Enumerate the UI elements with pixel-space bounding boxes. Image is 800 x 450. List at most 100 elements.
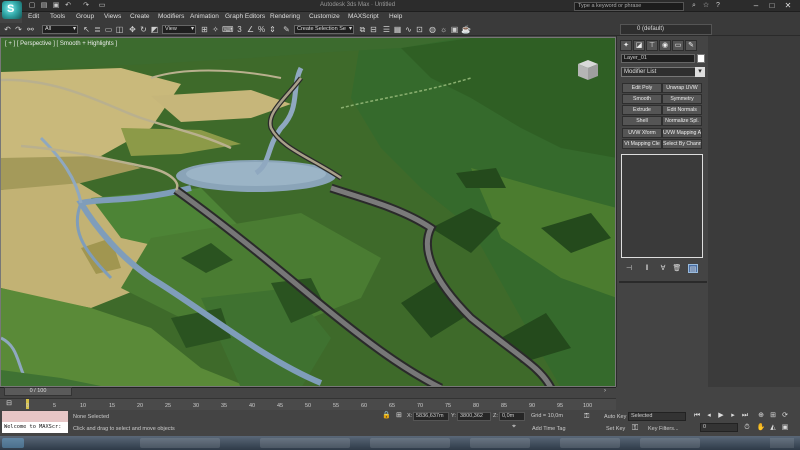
time-tag-icon[interactable]: ⌖ [512, 423, 522, 432]
star-icon[interactable]: ☆ [702, 2, 710, 10]
remove-modifier-icon[interactable]: 🗑 [672, 264, 682, 273]
maxscript-listener-input[interactable] [2, 411, 68, 422]
region-select-icon[interactable]: ▭ [104, 25, 113, 34]
previous-frame-icon[interactable]: ◂ [704, 411, 714, 420]
menu-create[interactable]: Create [130, 13, 150, 20]
layer-manager-icon[interactable]: ☰ [382, 25, 391, 34]
configure-modifier-sets-icon[interactable]: ▤ [688, 264, 698, 273]
set-key-icon[interactable]: ⚿ [632, 423, 642, 433]
material-editor-icon[interactable]: ◍ [428, 25, 437, 34]
mirror-icon[interactable]: ⧉ [358, 25, 367, 34]
schematic-view-icon[interactable]: ⊡ [415, 25, 424, 34]
snap-toggle-icon[interactable]: 3 [235, 25, 244, 34]
modifier-button-select-by-channel[interactable]: Select By Channe [662, 139, 702, 149]
align-icon[interactable]: ⊟ [369, 25, 378, 34]
start-button[interactable] [2, 438, 24, 448]
object-name-field[interactable]: Layer_01 [621, 54, 695, 63]
pivot-center-icon[interactable]: ⊞ [200, 25, 209, 34]
select-rotate-icon[interactable]: ↻ [139, 25, 148, 34]
new-file-icon[interactable]: ▢ [28, 2, 36, 10]
menu-customize[interactable]: Customize [309, 13, 340, 20]
modifier-button-unwrap-uvw[interactable]: Unwrap UVW [662, 83, 702, 93]
modifier-button-normalize-spline[interactable]: Normalize Spl. [662, 116, 702, 126]
close-button[interactable]: ✕ [782, 1, 794, 11]
search-input[interactable]: Type a keyword or phrase [574, 2, 684, 11]
redo-icon[interactable]: ↷ [14, 25, 23, 34]
create-tab-icon[interactable]: ✦ [620, 40, 632, 51]
percent-snap-icon[interactable]: % [257, 25, 266, 34]
render-setup-icon[interactable]: ☼ [439, 25, 448, 34]
hierarchy-tab-icon[interactable]: ⊤ [646, 40, 658, 51]
auto-key-button[interactable]: Auto Key [604, 414, 626, 420]
keyboard-shortcut-icon[interactable]: ⌨ [222, 25, 234, 34]
modifier-button-edit-normals[interactable]: Edit Normals [662, 105, 702, 115]
search-icon[interactable]: ⌕ [690, 2, 698, 10]
open-file-icon[interactable]: ▤ [40, 2, 48, 10]
key-mode-dropdown[interactable]: Selected [628, 412, 686, 421]
taskbar-app[interactable] [140, 438, 220, 448]
time-slider-next-icon[interactable]: › [604, 388, 606, 394]
undo-icon[interactable]: ↶ [64, 2, 72, 10]
menu-tools[interactable]: Tools [50, 13, 65, 20]
y-coordinate-field[interactable]: 3800,362 [457, 412, 491, 421]
make-unique-icon[interactable]: ∀ [658, 264, 668, 273]
selection-filter-dropdown[interactable]: All [42, 25, 78, 34]
modifier-button-shell[interactable]: Shell [622, 116, 662, 126]
taskbar-app[interactable] [640, 438, 700, 448]
mini-curve-editor-icon[interactable]: ⊟ [3, 399, 15, 409]
window-crossing-icon[interactable]: ◫ [115, 25, 124, 34]
maximize-viewport-icon[interactable]: ▣ [780, 423, 790, 432]
absolute-mode-icon[interactable]: ⊞ [396, 411, 406, 420]
taskbar-app[interactable] [560, 438, 620, 448]
taskbar-app[interactable] [260, 438, 350, 448]
menu-graph-editors[interactable]: Graph Editors [225, 13, 265, 20]
modifier-button-symmetry[interactable]: Symmetry [662, 94, 702, 104]
object-color-swatch[interactable] [697, 54, 705, 63]
key-icon[interactable]: ⚿ [584, 413, 592, 422]
orbit-icon[interactable]: ⟳ [780, 411, 790, 420]
current-frame-field[interactable]: 0 [700, 423, 738, 432]
link-icon[interactable]: ⚯ [26, 25, 35, 34]
set-key-button[interactable]: Set Key [606, 426, 625, 432]
menu-maxscript[interactable]: MAXScript [348, 13, 379, 20]
show-end-result-icon[interactable]: ‖ [642, 264, 652, 273]
modify-tab-icon[interactable]: ◪ [633, 40, 645, 51]
key-filters-button[interactable]: Key Filters... [648, 426, 679, 432]
edit-named-selection-icon[interactable]: ✎ [282, 25, 291, 34]
pin-stack-icon[interactable]: ⊣ [624, 264, 634, 273]
taskbar-app[interactable] [370, 438, 450, 448]
menu-animation[interactable]: Animation [190, 13, 219, 20]
modifier-button-uvw-xform[interactable]: UVW Xform [622, 128, 662, 138]
lock-selection-icon[interactable]: 🔒 [382, 411, 392, 420]
modifier-button-uvw-mapping-add[interactable]: UVW Mapping Ad [662, 128, 702, 138]
curve-editor-icon[interactable]: ∿ [404, 25, 413, 34]
menu-help[interactable]: Help [389, 13, 402, 20]
display-tab-icon[interactable]: ▭ [672, 40, 684, 51]
menu-modifiers[interactable]: Modifiers [158, 13, 184, 20]
app-menu-button[interactable]: S [2, 1, 22, 19]
next-frame-icon[interactable]: ▸ [728, 411, 738, 420]
pan-icon[interactable]: ✋ [756, 423, 766, 432]
redo-icon[interactable]: ↷ [82, 2, 90, 10]
time-config-icon[interactable]: ⏱ [742, 423, 752, 432]
viewport-label-menu[interactable]: [ + ] [ Perspective ] [ Smooth + Highlig… [5, 41, 117, 47]
go-to-end-icon[interactable]: ⏭ [740, 411, 750, 420]
menu-edit[interactable]: Edit [28, 13, 39, 20]
field-of-view-icon[interactable]: ◭ [768, 423, 778, 432]
add-time-tag-button[interactable]: Add Time Tag [532, 426, 566, 432]
play-icon[interactable]: ▶ [716, 411, 726, 420]
reference-coordinate-dropdown[interactable]: View [162, 25, 196, 34]
time-slider[interactable] [0, 387, 616, 397]
chevron-down-icon[interactable]: ▾ [695, 67, 705, 77]
graphite-ribbon-icon[interactable]: ▦ [393, 25, 402, 34]
modifier-list-dropdown[interactable]: Modifier List [621, 67, 705, 77]
modifier-button-extrude[interactable]: Extrude [622, 105, 662, 115]
perspective-viewport[interactable]: [ + ] [ Perspective ] [ Smooth + Highlig… [0, 37, 616, 387]
maximize-button[interactable]: □ [766, 1, 778, 11]
help-icon[interactable]: ? [714, 2, 722, 10]
menu-group[interactable]: Group [76, 13, 94, 20]
modifier-button-edit-poly[interactable]: Edit Poly [622, 83, 662, 93]
zoom-region-icon[interactable]: ⊞ [768, 411, 778, 420]
angle-snap-icon[interactable]: ∠ [246, 25, 255, 34]
utilities-tab-icon[interactable]: ✎ [685, 40, 697, 51]
